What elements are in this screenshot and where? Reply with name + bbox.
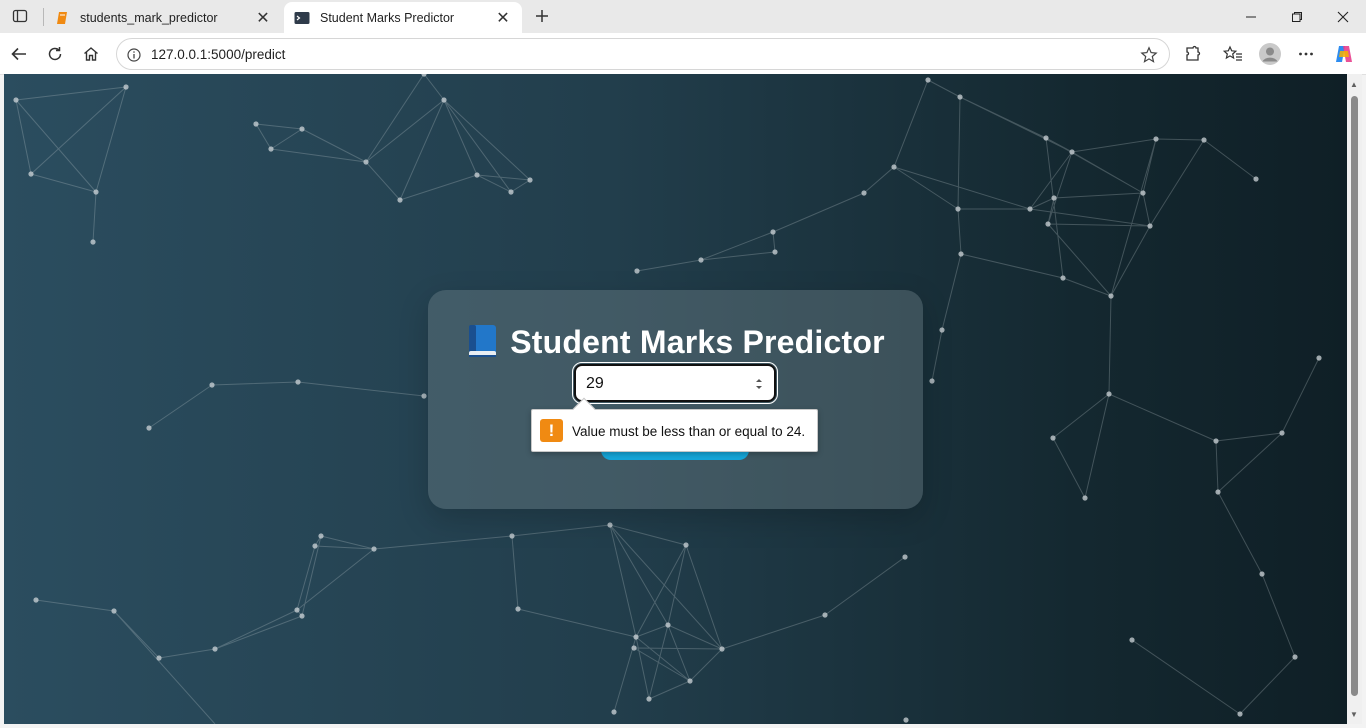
- copilot-icon[interactable]: [1329, 39, 1359, 69]
- notebook-icon: [54, 10, 70, 26]
- validation-message: Value must be less than or equal to 24.: [572, 424, 806, 439]
- spinner-arrows-icon[interactable]: [754, 375, 764, 393]
- more-menu-icon[interactable]: [1291, 39, 1321, 69]
- scrollbar-thumb[interactable]: [1351, 96, 1358, 696]
- profile-avatar[interactable]: [1255, 39, 1285, 69]
- favorite-star-icon[interactable]: [1139, 45, 1159, 65]
- page-viewport: Student Marks Predictor: [4, 74, 1347, 724]
- scroll-down-icon[interactable]: ▼: [1350, 710, 1358, 719]
- hours-number-input[interactable]: [572, 362, 778, 404]
- minimize-icon[interactable]: [1228, 0, 1274, 33]
- favorites-icon[interactable]: [1218, 39, 1248, 69]
- refresh-icon[interactable]: [40, 39, 70, 69]
- extensions-icon[interactable]: [1178, 39, 1208, 69]
- scroll-up-icon[interactable]: ▲: [1350, 80, 1358, 89]
- number-field[interactable]: [586, 373, 746, 395]
- url-text: 127.0.0.1:5000/predict: [151, 47, 286, 62]
- warning-icon: !: [540, 419, 563, 442]
- close-tab-icon[interactable]: ✕: [254, 9, 272, 27]
- page-scrollbar[interactable]: ▲ ▼: [1347, 74, 1362, 724]
- tab-actions-icon[interactable]: [6, 4, 34, 28]
- site-info-icon[interactable]: [125, 46, 143, 64]
- tab-student-marks-predictor[interactable]: Student Marks Predictor ✕: [284, 2, 522, 33]
- page-title-text: Student Marks Predictor: [510, 324, 885, 360]
- restore-icon[interactable]: [1274, 0, 1320, 33]
- new-tab-icon[interactable]: [530, 4, 554, 28]
- tab-strip: students_mark_predictor ✕ Student Marks …: [0, 0, 1366, 33]
- tab-title: Student Marks Predictor: [320, 10, 455, 25]
- close-tab-icon[interactable]: ✕: [494, 9, 512, 27]
- tab-students-mark-predictor[interactable]: students_mark_predictor ✕: [44, 2, 282, 33]
- back-icon[interactable]: [4, 39, 34, 69]
- browser-toolbar: 127.0.0.1:5000/predict: [0, 33, 1366, 75]
- tab-title: students_mark_predictor: [80, 10, 218, 25]
- blue-book-icon: [466, 324, 498, 358]
- address-bar[interactable]: 127.0.0.1:5000/predict: [116, 38, 1170, 70]
- validation-tooltip: ! Value must be less than or equal to 24…: [531, 397, 818, 452]
- close-window-icon[interactable]: [1320, 0, 1366, 33]
- page-title: Student Marks Predictor: [428, 324, 923, 361]
- home-icon[interactable]: [76, 39, 106, 69]
- terminal-icon: [294, 10, 310, 26]
- predictor-card: Student Marks Predictor: [428, 290, 923, 509]
